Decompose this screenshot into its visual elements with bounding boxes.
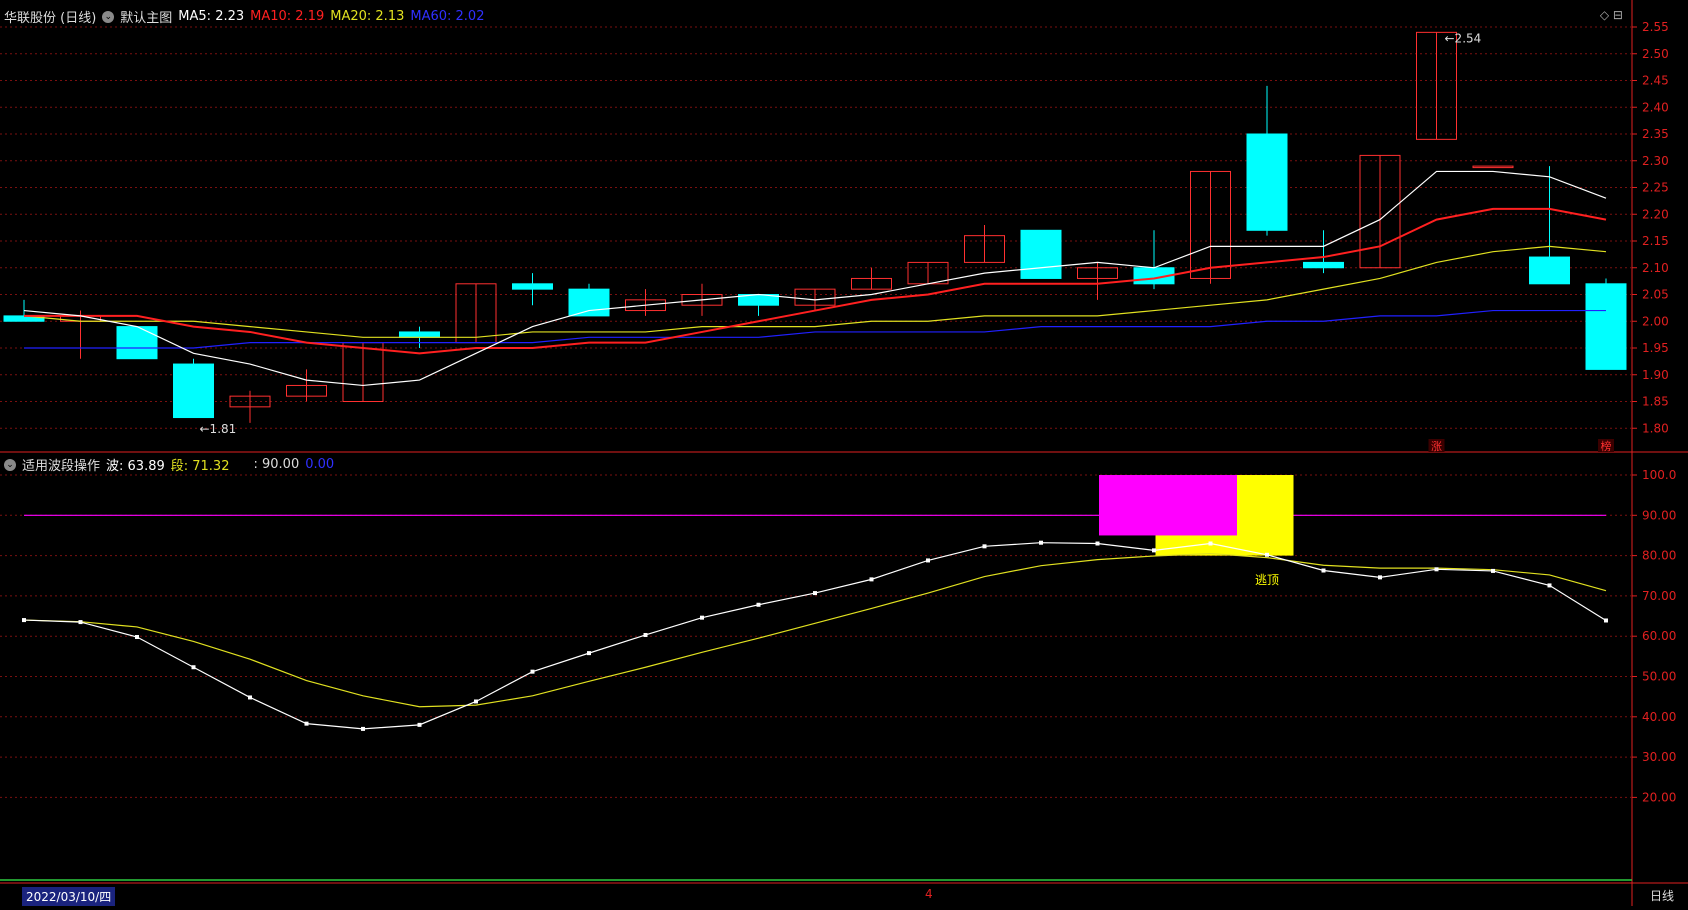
ma20-label: MA20: 2.13 [330, 9, 405, 24]
wave-point [191, 665, 196, 670]
chart-canvas[interactable]: 2.55 2.50 2.45 2.40 2.35 2.30 2.25 2.20 2.15 2.10… [0, 0, 1688, 906]
indicator-axis-label: 40.00 [1642, 710, 1676, 724]
price-axis-label: 2.10 [1642, 261, 1669, 275]
price-axis-label: 2.40 [1642, 100, 1669, 114]
dropdown-icon[interactable]: ⌄ [4, 458, 16, 471]
wave-point [135, 635, 139, 640]
list-badge: 榜 [1601, 439, 1612, 453]
price-axis-label: 1.90 [1642, 368, 1669, 382]
segment-value: 段: 71.32 [170, 459, 230, 474]
price-axis-label: 2.20 [1642, 207, 1669, 221]
rise-badge: 涨 [1431, 440, 1442, 453]
wave-point [756, 602, 761, 607]
indicator-axis-label: 90.00 [1642, 508, 1676, 522]
wave-point [982, 544, 987, 549]
dropdown-icon[interactable]: ⌄ [102, 10, 115, 23]
high-annotation: ←2.54 [1445, 31, 1482, 45]
window-icons[interactable]: ◇ ⊟ [1600, 8, 1623, 22]
wave-point [78, 620, 83, 625]
signal-box-magenta [1099, 475, 1237, 536]
indicator-axis-label: 30.00 [1642, 750, 1676, 764]
wave-point [869, 577, 874, 582]
chart-name[interactable]: 默认主图 [120, 7, 172, 26]
wave-point [1604, 618, 1608, 623]
wave-point [643, 632, 648, 637]
candle-down [1529, 256, 1570, 285]
price-axis-label: 2.30 [1642, 154, 1669, 168]
wave-point [304, 721, 309, 726]
indicator-axis-label: 50.00 [1642, 670, 1676, 684]
price-axis-label: 1.80 [1642, 421, 1669, 435]
candle-down [173, 363, 214, 419]
price-axis-label: 1.85 [1642, 395, 1669, 409]
indicator-axis-label: 80.00 [1642, 549, 1676, 563]
price-axis-label: 2.05 [1642, 288, 1669, 302]
candle-down [1303, 261, 1344, 269]
wave-point [1321, 568, 1326, 573]
candle-down [1020, 229, 1062, 279]
wave-point [813, 591, 817, 596]
price-axis-label: 2.50 [1642, 47, 1669, 61]
price-axis-label: 2.15 [1642, 234, 1669, 248]
sub-header: ⌄ 适用波段操作 波: 63.89 段: 71.32 : 90.00 0.00 [4, 455, 334, 474]
ma10-label: MA10: 2.19 [250, 9, 325, 24]
wave-value: 波: 63.89 [106, 459, 165, 474]
stock-name[interactable]: 华联股份 (日线) [4, 7, 96, 26]
wave-point [248, 695, 252, 700]
indicator-axis-label: 60.00 [1642, 629, 1676, 643]
wave-point [22, 618, 26, 623]
wave-point [926, 558, 930, 563]
wave-point [474, 699, 478, 704]
candle-down [512, 283, 553, 290]
period-tab[interactable]: 日线 [1650, 887, 1674, 904]
candle-down [116, 326, 158, 360]
ma5-label: MA5: 2.23 [178, 9, 245, 24]
ma60-label: MA60: 2.02 [410, 9, 485, 24]
candle-up [1472, 165, 1514, 169]
wave-point [417, 722, 422, 727]
wave-point [1434, 567, 1439, 572]
wave-point [1095, 541, 1100, 546]
price-axis-label: 2.45 [1642, 74, 1669, 88]
main-header: 华联股份 (日线) ⌄ 默认主图 MA5: 2.23 MA10: 2.19 MA… [4, 7, 484, 26]
price-axis-label: 2.00 [1642, 314, 1669, 328]
indicator-name[interactable]: 适用波段操作 [22, 455, 100, 474]
ma5-line [23, 170, 1607, 387]
wave-point [530, 669, 535, 674]
chart-stage[interactable]: 2.55 2.50 2.45 2.40 2.35 2.30 2.25 2.20 2.15 2.10… [0, 0, 1688, 906]
low-annotation: ←1.81 [200, 422, 237, 436]
wave-point [700, 615, 704, 620]
indicator-axis-label: 20.00 [1642, 790, 1676, 804]
price-axis-label: 2.55 [1642, 20, 1669, 34]
escape-top-label: 逃顶 [1255, 573, 1279, 587]
wave-point [1039, 540, 1043, 545]
candle-down [1246, 133, 1288, 231]
month-marker: 4 [925, 887, 933, 901]
level2-value: 0.00 [305, 457, 335, 472]
indicator-axis-label: 100.0 [1642, 468, 1676, 482]
wave-point [1152, 548, 1156, 553]
wave-point [361, 726, 365, 731]
candle-down [1585, 283, 1627, 370]
candle-down [568, 288, 610, 317]
ma60-line [24, 309, 1606, 349]
wave-point [1378, 575, 1382, 580]
wave-point [587, 651, 591, 656]
price-axis-label: 2.35 [1642, 127, 1669, 141]
wave-point [1547, 583, 1552, 588]
date-cursor-label: 2022/03/10/四 [22, 887, 116, 906]
price-axis-label: 1.95 [1642, 341, 1669, 355]
wave-point [1265, 552, 1269, 557]
price-axis-label: 2.25 [1642, 181, 1669, 195]
wave-point [1491, 568, 1495, 573]
candle-down [399, 331, 440, 338]
indicator-axis-label: 70.00 [1642, 589, 1676, 603]
level-value: : 90.00 [253, 457, 300, 472]
wave-point [1208, 541, 1213, 546]
